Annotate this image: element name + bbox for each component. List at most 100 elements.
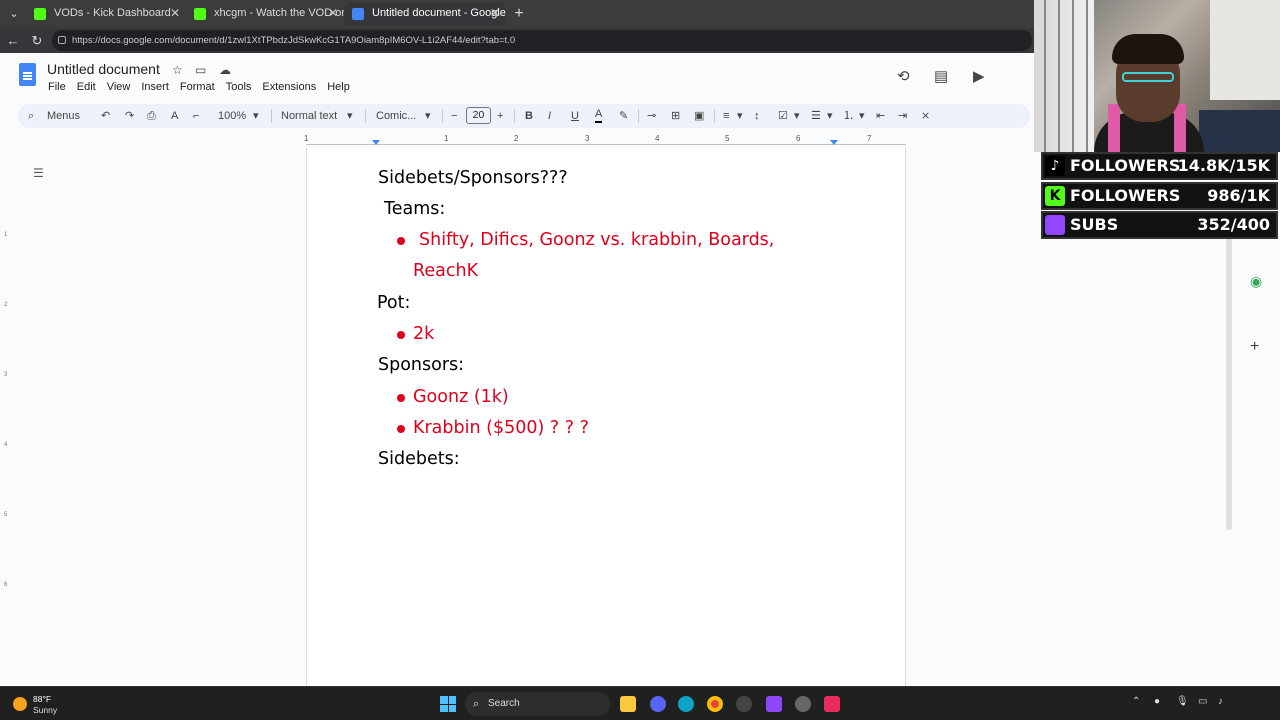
maps-icon[interactable]: ◉ xyxy=(1250,273,1262,290)
discord-icon[interactable] xyxy=(650,696,666,712)
obs-icon[interactable] xyxy=(795,696,811,712)
document-page[interactable]: Sidebets/Sponsors??? Teams: Shifty, Difi… xyxy=(306,148,906,688)
chevron-down-icon[interactable]: ▾ xyxy=(859,107,865,125)
tiktok-app-icon[interactable] xyxy=(824,696,840,712)
horizontal-ruler[interactable]: 1 1 2 3 4 5 6 7 xyxy=(304,133,906,147)
checklist-icon[interactable]: ☑ xyxy=(778,107,788,125)
edge-icon[interactable] xyxy=(678,696,694,712)
underline-icon[interactable]: U xyxy=(571,107,579,125)
menu-tools[interactable]: Tools xyxy=(226,81,252,93)
menu-format[interactable]: Format xyxy=(180,81,215,93)
url-input[interactable]: https://docs.google.com/document/d/1zwl1… xyxy=(52,30,1032,51)
document-title[interactable]: Untitled document xyxy=(47,61,160,77)
tab-search-chevron-icon[interactable]: ⌄ xyxy=(4,4,24,24)
taskbar-search[interactable]: ⌕ Search xyxy=(465,692,610,716)
menu-help[interactable]: Help xyxy=(327,81,350,93)
add-comment-icon[interactable]: ⊞ xyxy=(671,107,680,125)
windows-start-icon[interactable] xyxy=(440,696,456,712)
media-player-icon[interactable] xyxy=(736,696,752,712)
chrome-icon[interactable] xyxy=(707,696,723,712)
chevron-down-icon[interactable]: ▾ xyxy=(347,107,353,125)
version-history-icon[interactable]: ⟲ xyxy=(897,67,910,85)
print-icon[interactable]: ⎙ xyxy=(147,107,156,125)
menu-extensions[interactable]: Extensions xyxy=(262,81,316,93)
ruler-number: 5 xyxy=(725,134,730,143)
weather-description[interactable]: Sunny xyxy=(33,705,57,715)
close-tab-icon[interactable]: ✕ xyxy=(170,3,180,24)
chevron-down-icon[interactable]: ▾ xyxy=(737,107,743,125)
sponsor-list-item: Krabbin ($500) ? ? ? xyxy=(413,418,589,438)
menu-edit[interactable]: Edit xyxy=(77,81,96,93)
add-addon-plus-icon[interactable]: + xyxy=(1250,338,1259,356)
toolbar-divider xyxy=(365,109,366,123)
style-select[interactable]: Normal text xyxy=(281,107,337,125)
undo-icon[interactable]: ↶ xyxy=(101,107,110,125)
weather-temperature[interactable]: 88°F xyxy=(33,694,51,704)
network-icon[interactable]: ▭ xyxy=(1198,696,1207,707)
bulleted-list-icon[interactable]: ☰ xyxy=(811,107,821,125)
font-size-input[interactable]: 20 xyxy=(466,107,491,124)
paint-format-icon[interactable]: ⌐ xyxy=(193,107,199,125)
site-info-icon[interactable] xyxy=(58,36,66,44)
close-tab-icon[interactable]: ✕ xyxy=(490,3,500,24)
reload-icon[interactable]: ↻ xyxy=(27,31,47,51)
chevron-down-icon[interactable]: ▾ xyxy=(425,107,431,125)
menu-insert[interactable]: Insert xyxy=(141,81,169,93)
browser-tab-kick-dashboard[interactable]: VODs - Kick Dashboard ✕ xyxy=(26,3,186,26)
toolbar-divider xyxy=(638,109,639,123)
back-arrow-icon[interactable]: ← xyxy=(3,31,23,51)
increase-font-size-icon[interactable]: + xyxy=(497,107,503,125)
scrollbar[interactable] xyxy=(1226,230,1232,530)
italic-icon[interactable]: I xyxy=(548,107,551,125)
browser-tab-kick-vod[interactable]: xhcgm - Watch the VOD on Kick ✕ xyxy=(186,3,344,26)
numbered-list-icon[interactable]: ⒈ xyxy=(843,107,854,125)
align-icon[interactable]: ≡ xyxy=(723,107,729,125)
highlight-color-icon[interactable]: ✎ xyxy=(619,107,628,125)
search-menus-label[interactable]: Menus xyxy=(47,107,80,125)
docs-logo-icon[interactable] xyxy=(19,63,36,86)
chevron-down-icon[interactable]: ▾ xyxy=(794,107,800,125)
right-indent-marker[interactable] xyxy=(830,140,838,145)
meet-camera-icon[interactable]: ▶ xyxy=(973,67,985,85)
bold-icon[interactable]: B xyxy=(525,107,533,125)
document-outline-icon[interactable]: ☰ xyxy=(33,166,44,180)
pot-list-item: 2k xyxy=(413,324,435,344)
star-icon[interactable]: ☆ xyxy=(172,63,183,77)
file-explorer-icon[interactable] xyxy=(620,696,636,712)
browser-tab-google-docs[interactable]: Untitled document - Google Docs ✕ xyxy=(344,3,506,26)
line-spacing-icon[interactable]: ↕ xyxy=(754,107,760,125)
zoom-select[interactable]: 100% xyxy=(218,107,246,125)
ruler-line xyxy=(306,144,906,145)
menu-view[interactable]: View xyxy=(107,81,131,93)
insert-image-icon[interactable]: ▣ xyxy=(694,107,704,125)
show-hidden-icons-chevron-icon[interactable]: ⌃ xyxy=(1132,696,1140,707)
decrease-font-size-icon[interactable]: − xyxy=(451,107,457,125)
twitch-app-icon[interactable] xyxy=(766,696,782,712)
clear-formatting-icon[interactable]: ⨯ xyxy=(921,107,930,125)
menu-file[interactable]: File xyxy=(48,81,66,93)
spellcheck-icon[interactable]: A xyxy=(171,107,178,125)
search-icon[interactable]: ⌕ xyxy=(28,107,34,125)
volume-icon[interactable]: ♪ xyxy=(1218,696,1223,707)
move-folder-icon[interactable]: ▭ xyxy=(195,63,206,77)
docs-header: Untitled document ☆ ▭ ☁ File Edit View Inse… xyxy=(0,53,1040,103)
left-indent-marker[interactable] xyxy=(372,140,380,145)
insert-link-icon[interactable]: ⊸ xyxy=(647,107,656,125)
microphone-icon[interactable]: 🎙 xyxy=(1176,696,1189,707)
redo-icon[interactable]: ↷ xyxy=(125,107,134,125)
tiktok-followers-goal: ♪ FOLLOWERS 14.8K/15K xyxy=(1041,152,1278,180)
chevron-down-icon[interactable]: ▾ xyxy=(827,107,833,125)
chevron-down-icon[interactable]: ▾ xyxy=(253,107,259,125)
bullet-icon xyxy=(397,425,405,433)
decrease-indent-icon[interactable]: ⇤ xyxy=(876,107,885,125)
tray-app-icon[interactable]: ● xyxy=(1154,696,1160,707)
close-tab-icon[interactable]: ✕ xyxy=(328,3,338,24)
formatting-toolbar: ⌕ Menus ↶ ↷ ⎙ A ⌐ 100% ▾ Normal text ▾ C… xyxy=(18,104,1030,128)
comments-icon[interactable]: ▤ xyxy=(934,67,948,85)
sun-weather-icon[interactable] xyxy=(13,697,27,711)
increase-indent-icon[interactable]: ⇥ xyxy=(898,107,907,125)
new-tab-plus-icon[interactable]: + xyxy=(510,3,528,25)
text-color-icon[interactable]: A xyxy=(595,107,603,123)
cloud-status-icon[interactable]: ☁ xyxy=(219,63,231,77)
font-select[interactable]: Comic... xyxy=(376,107,416,125)
